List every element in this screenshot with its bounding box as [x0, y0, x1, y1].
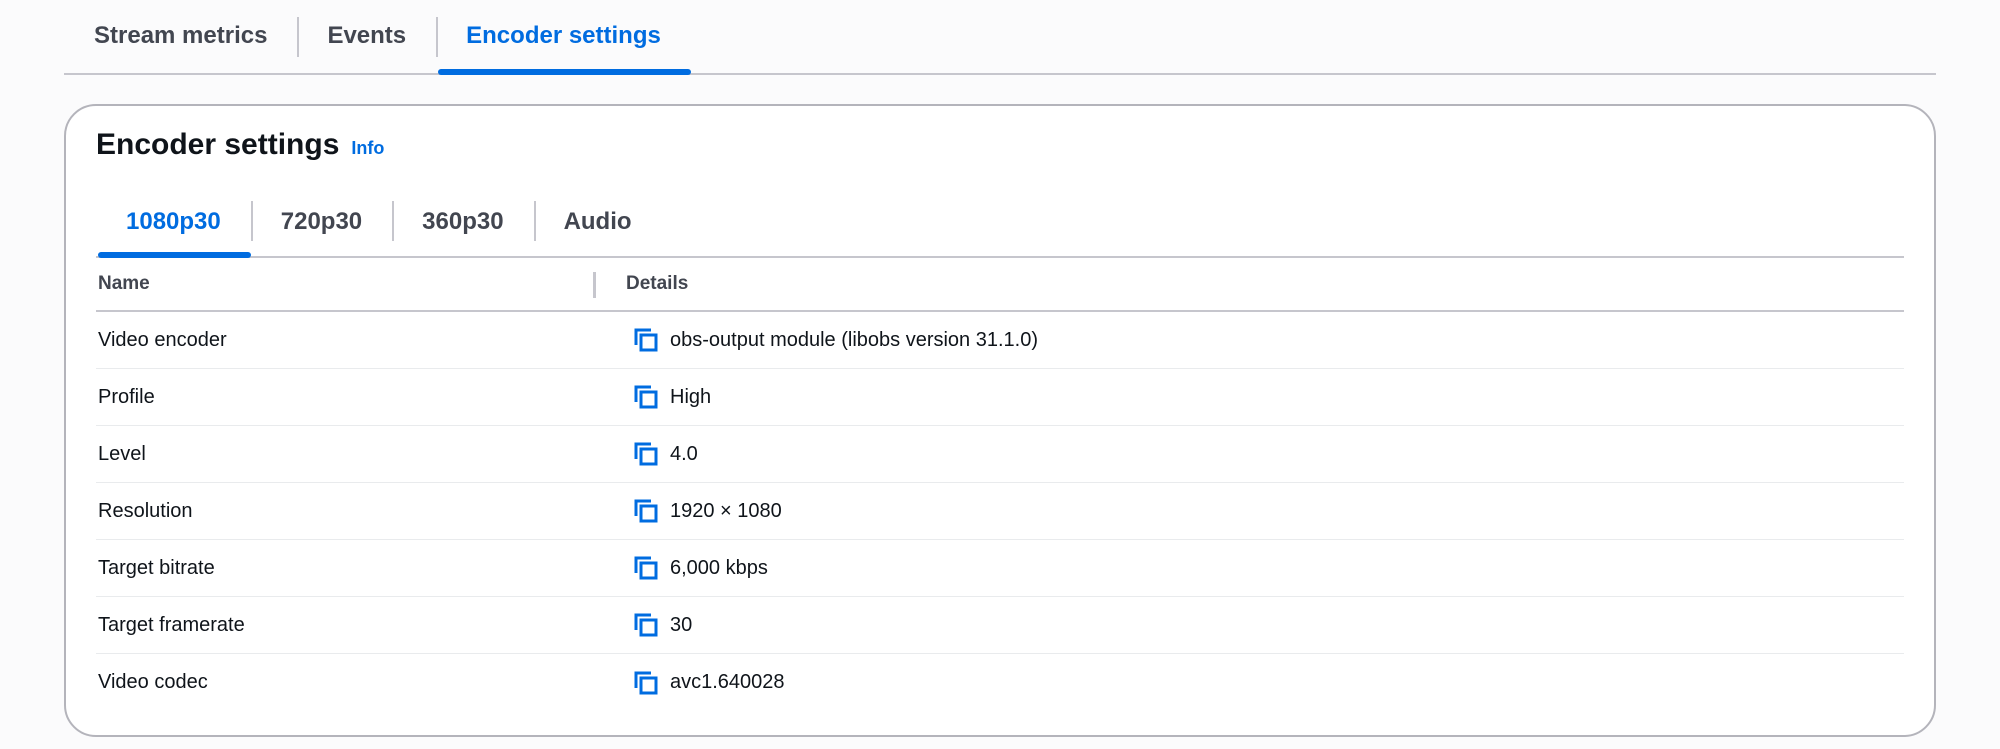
tab-1080p30[interactable]: 1080p30: [96, 188, 251, 258]
row-name: Target bitrate: [98, 556, 215, 579]
tab-720p30[interactable]: 720p30: [250, 188, 392, 256]
column-header-name-label: Name: [98, 273, 150, 294]
table-row: Level 4.0: [96, 426, 1904, 483]
row-name: Target framerate: [98, 613, 245, 636]
top-tab-bar: Stream metrics Events Encoder settings: [64, 0, 1936, 75]
container-header: Encoder settings Info: [96, 128, 384, 178]
copy-icon[interactable]: [632, 326, 660, 354]
row-details-value: 30: [670, 613, 693, 636]
copy-icon[interactable]: [632, 611, 660, 639]
row-details: avc1.640028: [596, 669, 785, 697]
table-header: Name Details: [96, 258, 1904, 312]
row-details-value: 4.0: [670, 442, 698, 465]
copy-icon[interactable]: [632, 440, 660, 468]
row-details: 6,000 kbps: [596, 554, 768, 582]
container-title: Encoder settings: [96, 128, 340, 161]
row-name: Profile: [98, 385, 155, 408]
rendition-tab-bar: 1080p30 720p30 360p30 Audio: [96, 190, 1904, 258]
table-row: Resolution 1920 × 1080: [96, 483, 1904, 540]
copy-icon[interactable]: [632, 383, 660, 411]
table-row: Video encoder obs-output module (libobs …: [96, 312, 1904, 369]
copy-icon[interactable]: [632, 497, 660, 525]
table-row: Video codec avc1.640028: [96, 654, 1904, 711]
row-name: Video codec: [98, 671, 208, 693]
tab-encoder-settings[interactable]: Encoder settings: [436, 0, 691, 75]
row-details: High: [596, 383, 711, 411]
row-name: Level: [98, 442, 146, 465]
table-row: Target bitrate 6,000 kbps: [96, 540, 1904, 597]
info-link[interactable]: Info: [351, 138, 384, 159]
table-body: Video encoder obs-output module (libobs …: [96, 312, 1904, 711]
column-header-name[interactable]: Name: [96, 258, 596, 310]
row-details: obs-output module (libobs version 31.1.0…: [596, 326, 1038, 354]
column-header-details: Details: [626, 273, 689, 294]
tab-stream-metrics[interactable]: Stream metrics: [64, 0, 297, 73]
tab-events[interactable]: Events: [297, 0, 436, 73]
tab-audio[interactable]: Audio: [533, 188, 662, 256]
row-name: Video encoder: [98, 328, 227, 351]
row-details-value: High: [670, 385, 712, 408]
row-name: Resolution: [98, 499, 193, 522]
table-row: Target framerate 30: [96, 597, 1904, 654]
copy-icon[interactable]: [632, 554, 660, 582]
row-details-value: avc1.640028: [670, 671, 785, 693]
encoder-settings-table: Name Details Video encoder obs-output mo…: [96, 258, 1904, 711]
row-details: 30: [596, 611, 692, 639]
tab-360p30[interactable]: 360p30: [392, 188, 533, 256]
row-details: 1920 × 1080: [596, 497, 782, 525]
row-details-value: 1920 × 1080: [670, 499, 782, 522]
encoder-settings-container: Encoder settings Info 1080p30 720p30 360…: [64, 104, 1936, 737]
row-details-value: 6,000 kbps: [670, 556, 768, 579]
table-row: Profile High: [96, 369, 1904, 426]
row-details: 4.0: [596, 440, 698, 468]
copy-icon[interactable]: [632, 669, 660, 697]
row-details-value: obs-output module (libobs version 31.1.0…: [670, 328, 1038, 351]
